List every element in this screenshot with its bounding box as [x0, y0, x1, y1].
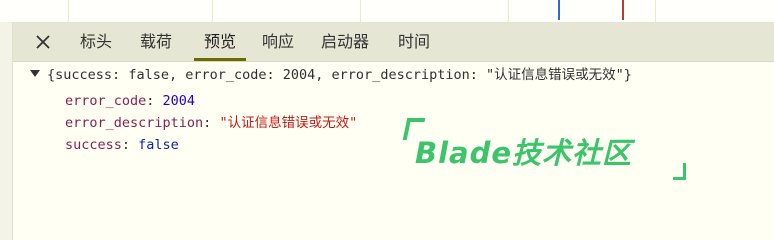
- timeline-gridline: [212, 0, 213, 22]
- separator: :: [203, 115, 220, 131]
- property-key: error_description: [65, 115, 204, 131]
- tab-preview[interactable]: 预览: [194, 23, 246, 61]
- json-property-row[interactable]: error_code: 2004: [65, 91, 195, 111]
- detail-tab-bar: 标头 载荷 预览 响应 启动器 时间: [13, 23, 774, 62]
- tab-headers[interactable]: 标头: [75, 23, 117, 61]
- timeline-gridline: [68, 0, 69, 22]
- summary-key: success: [55, 67, 113, 83]
- waterfall-timeline: [0, 0, 774, 23]
- watermark-text: Blade技术社区: [415, 136, 633, 170]
- expand-triangle-icon[interactable]: [30, 70, 40, 77]
- timeline-gridline: [655, 0, 656, 22]
- tab-timing[interactable]: 时间: [393, 23, 435, 61]
- active-tab-indicator: [194, 58, 246, 61]
- timeline-domcontentloaded-marker: [558, 0, 560, 20]
- tab-initiator[interactable]: 启动器: [316, 23, 374, 61]
- watermark-corner-bottom-right: [673, 163, 686, 180]
- timeline-load-marker: [622, 0, 624, 20]
- json-property-row[interactable]: success: false: [65, 135, 179, 155]
- property-key: error_code: [65, 93, 147, 109]
- brace-open: {: [47, 67, 56, 83]
- summary-key: error_description: [331, 67, 470, 83]
- separator: :: [112, 67, 129, 83]
- tab-label: 时间: [397, 32, 430, 51]
- timeline-gridline: [360, 0, 361, 22]
- tab-response[interactable]: 响应: [257, 23, 299, 61]
- separator: :: [121, 137, 139, 153]
- separator: ,: [315, 67, 332, 83]
- tab-label: 标头: [79, 32, 112, 51]
- summary-value: false: [128, 67, 169, 83]
- left-gutter: [0, 22, 13, 240]
- summary-value: "认证信息错误或无效": [485, 67, 624, 83]
- separator: :: [266, 67, 283, 83]
- close-icon[interactable]: [31, 30, 55, 54]
- separator: :: [469, 67, 486, 83]
- tab-payload[interactable]: 载荷: [135, 23, 177, 61]
- separator: :: [146, 93, 163, 109]
- summary-key: error_code: [185, 67, 267, 83]
- brace-close: }: [623, 67, 632, 83]
- json-property-row[interactable]: error_description: "认证信息错误或无效": [65, 113, 357, 133]
- separator: ,: [168, 67, 186, 83]
- tab-label: 启动器: [320, 32, 369, 51]
- property-key: success: [65, 137, 122, 153]
- property-value: "认证信息错误或无效": [219, 115, 358, 131]
- json-object-summary[interactable]: {success: false, error_code: 2004, error…: [47, 65, 632, 85]
- property-value: 2004: [162, 93, 196, 109]
- property-value: false: [138, 137, 179, 153]
- tab-label: 预览: [203, 32, 236, 51]
- summary-value: 2004: [282, 67, 316, 83]
- watermark-logo: Blade技术社区: [402, 118, 690, 182]
- tab-label: 响应: [261, 32, 294, 51]
- tab-label: 载荷: [139, 32, 172, 51]
- timeline-gridline: [508, 0, 509, 22]
